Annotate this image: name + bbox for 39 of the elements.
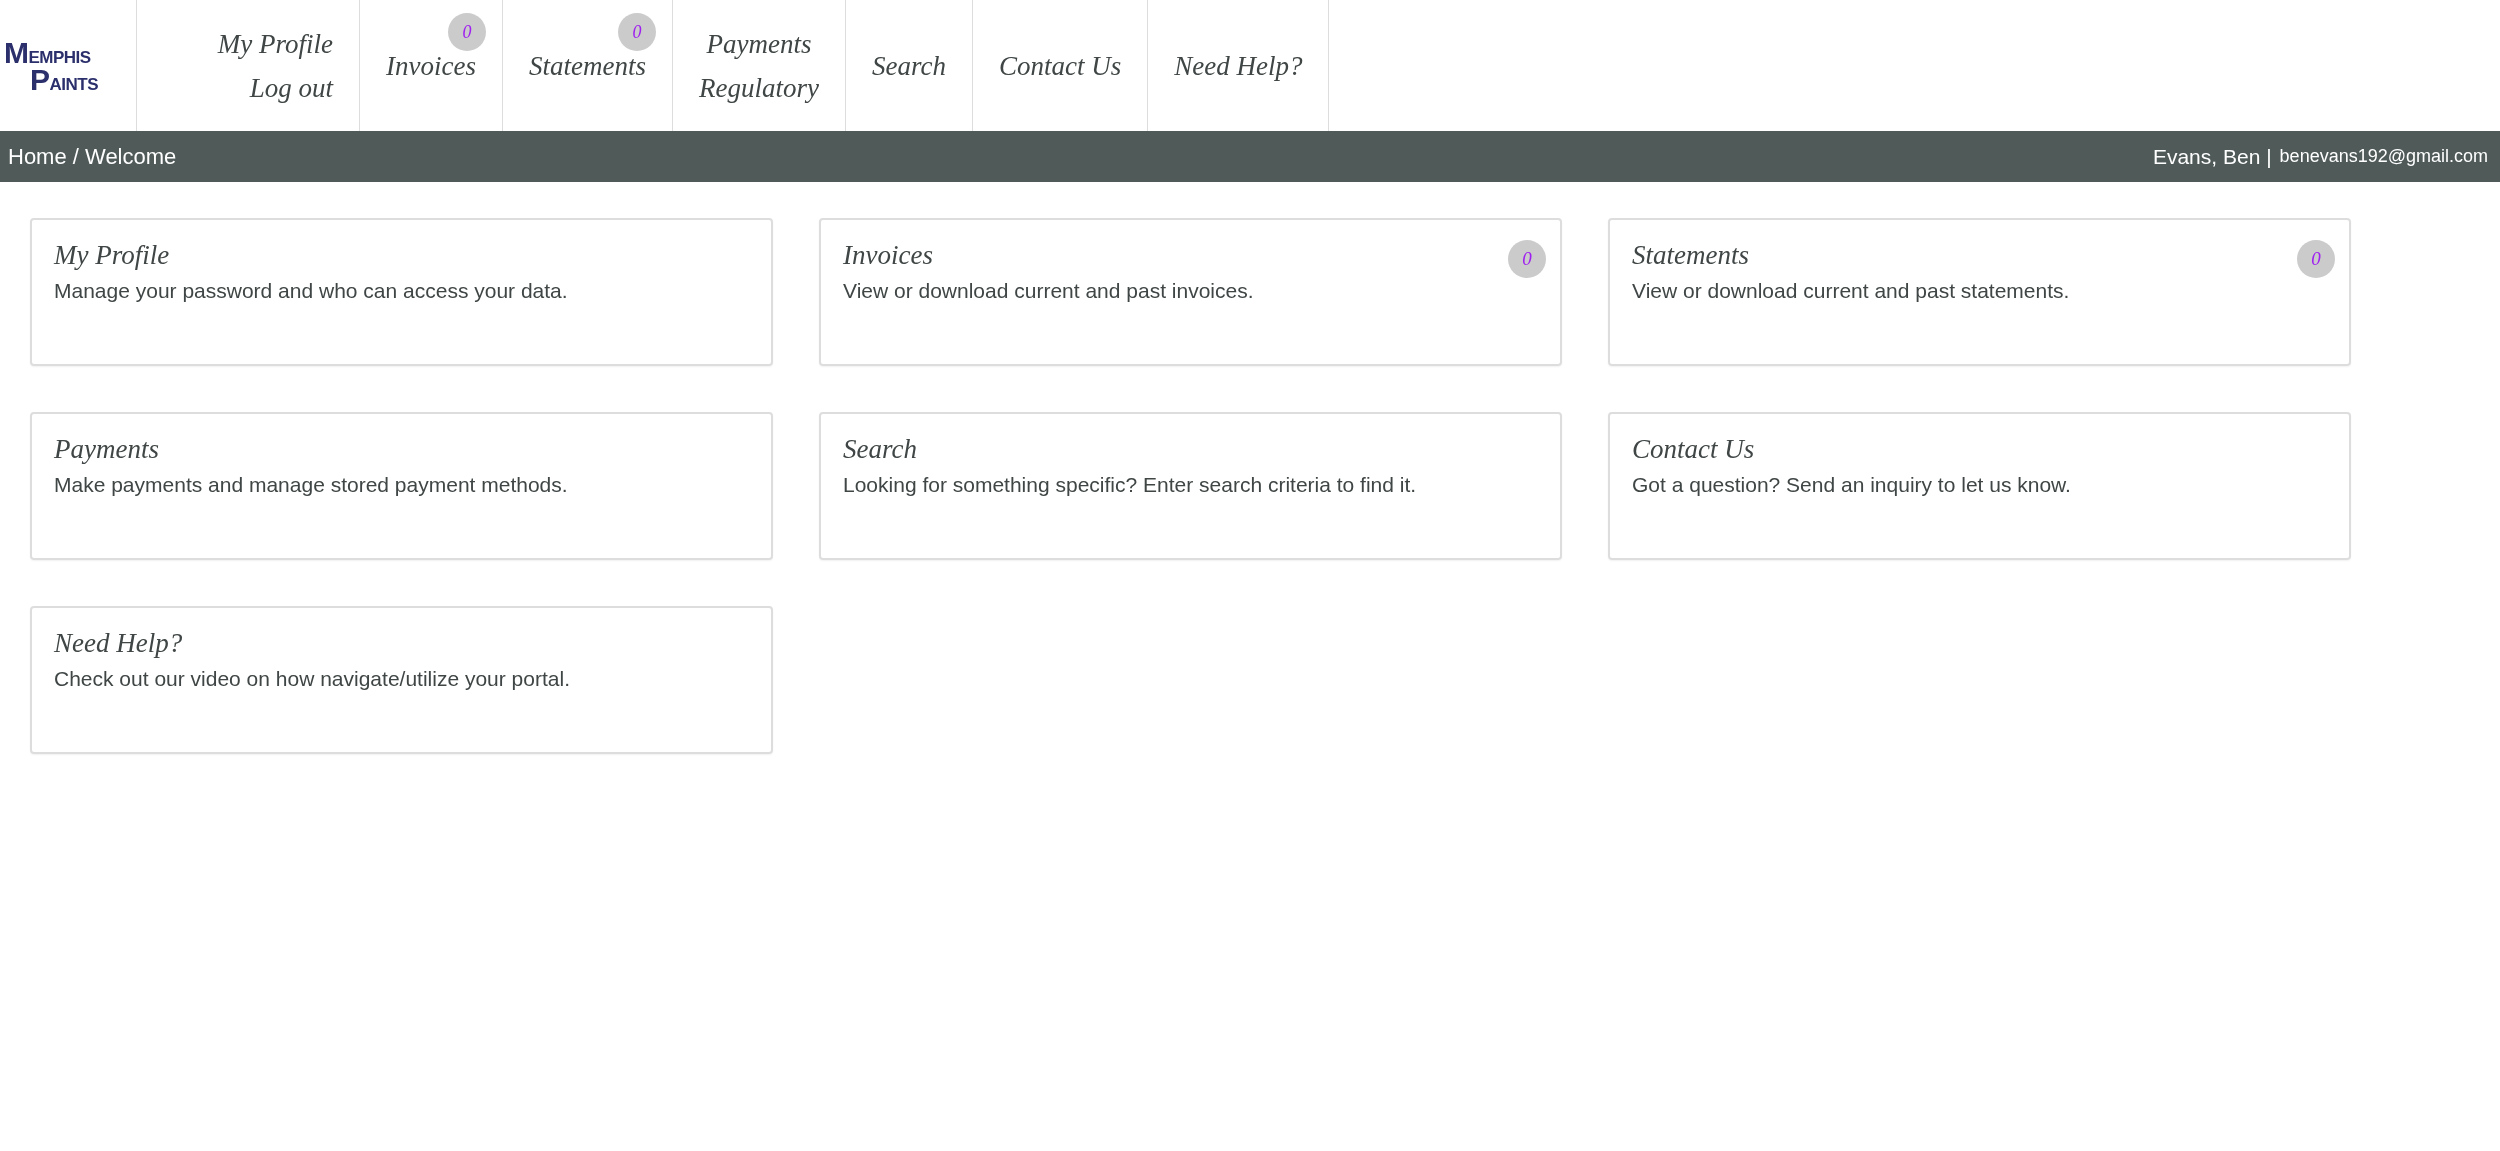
nav-link[interactable]: My Profile [217,26,333,61]
dashboard-card[interactable]: My Profile Manage your password and who can access your data. [30,218,773,366]
card-title: Search [843,434,917,465]
dashboard-card[interactable]: Invoices View or download current and past invoices. 0 [819,218,1562,366]
nav-link[interactable]: Contact Us [998,48,1122,83]
card-description: View or download current and past statements. [1632,279,2071,303]
count-badge: 0 [447,13,486,51]
card-description: Check out our video on how navigate/utilize your portal. [54,667,571,691]
nav-link[interactable]: Need Help? [1174,48,1303,83]
dashboard-card[interactable]: Statements View or download current and past statements. 0 [1608,218,2351,366]
card-description: Manage your password and who can access your data. [54,279,569,303]
card-title: Invoices [843,240,933,271]
card-description: View or download current and past invoices. [843,279,1255,303]
card-description: Got a question? Send an inquiry to let us know. [1632,473,2072,497]
card-title: Need Help? [54,628,183,659]
card-description: Looking for something specific? Enter search criteria to find it. [843,473,1418,497]
card-description: Make payments and manage stored payment methods. [54,473,569,497]
user-email: benevans192@gmail.com [2279,146,2488,167]
nav-link[interactable]: Statements [528,48,646,83]
nav-link[interactable]: Regulatory [698,70,819,105]
card-title: My Profile [54,240,170,271]
count-badge: 0 [1508,240,1546,278]
logo-word: PAINTS [30,65,99,93]
breadcrumb: Home / Welcome [8,143,177,170]
dashboard-card[interactable]: Payments Make payments and manage stored payment methods. [30,412,773,560]
dashboard-card[interactable]: Need Help? Check out our video on how navigate/utilize your portal. [30,606,773,754]
nav-link[interactable]: Log out [249,70,333,105]
card-title: Statements [1632,240,1749,271]
user-name: Evans, Ben | [2152,144,2272,169]
nav-link[interactable]: Search [871,48,946,83]
logo-word: MEMPHIS [4,38,92,66]
dashboard-card[interactable]: Search Looking for something specific? Enter search criteria to find it. [819,412,1562,560]
nav-link[interactable]: Payments [706,26,812,61]
card-title: Contact Us [1632,434,1755,465]
dashboard-card[interactable]: Contact Us Got a question? Send an inquiry to let us know. [1608,412,2351,560]
card-title: Payments [54,434,159,465]
nav-link[interactable]: Invoices [386,48,476,83]
count-badge: 0 [2297,240,2335,278]
count-badge: 0 [617,13,656,51]
